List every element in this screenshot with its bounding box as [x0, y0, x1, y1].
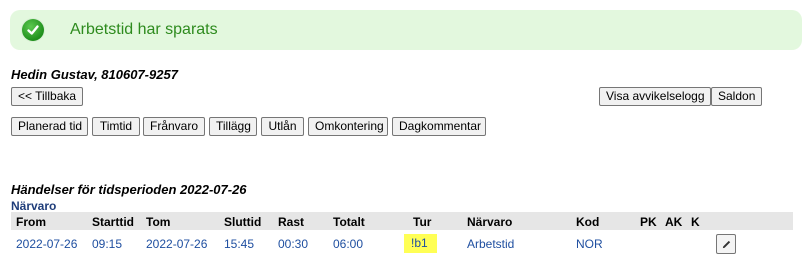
- cell-total[interactable]: 06:00: [333, 237, 363, 251]
- back-button[interactable]: << Tillbaka: [11, 87, 83, 106]
- col-from: From: [16, 215, 46, 229]
- events-title: Händelser för tidsperioden 2022-07-26: [11, 182, 247, 197]
- cell-from[interactable]: 2022-07-26: [16, 237, 77, 251]
- col-presence: Närvaro: [467, 215, 513, 229]
- planned-time-button[interactable]: Planerad tid: [11, 117, 88, 136]
- col-to: Tom: [146, 215, 171, 229]
- cell-to[interactable]: 2022-07-26: [146, 237, 207, 251]
- presence-group-label: Närvaro: [11, 199, 57, 213]
- col-pk: PK: [640, 215, 657, 229]
- cell-shift[interactable]: !b1: [404, 234, 437, 253]
- day-comment-button[interactable]: Dagkommentar: [392, 117, 486, 136]
- col-start-time: Starttid: [92, 215, 134, 229]
- balances-button[interactable]: Saldon: [711, 87, 762, 106]
- edit-row-button[interactable]: [716, 234, 736, 254]
- addition-button[interactable]: Tillägg: [209, 117, 257, 136]
- deviation-log-button[interactable]: Visa avvikelselogg: [599, 87, 711, 106]
- col-break: Rast: [278, 215, 305, 229]
- cell-break[interactable]: 00:30: [278, 237, 308, 251]
- col-end-time: Sluttid: [224, 215, 262, 229]
- cell-start-time[interactable]: 09:15: [92, 237, 122, 251]
- col-k: K: [691, 215, 700, 229]
- cell-presence[interactable]: Arbetstid: [467, 237, 514, 251]
- col-code: Kod: [576, 215, 600, 229]
- absence-button[interactable]: Frånvaro: [143, 117, 205, 136]
- col-total: Totalt: [333, 215, 365, 229]
- pencil-icon: [721, 239, 732, 250]
- hourly-time-button[interactable]: Timtid: [92, 117, 140, 136]
- col-shift: Tur: [413, 215, 432, 229]
- success-message: Arbetstid har sparats: [70, 21, 218, 38]
- employee-name: Hedin Gustav, 810607-9257: [11, 67, 178, 82]
- lending-button[interactable]: Utlån: [261, 117, 304, 136]
- recoding-button[interactable]: Omkontering: [308, 117, 388, 136]
- success-banner: Arbetstid har sparats: [10, 10, 802, 50]
- cell-end-time[interactable]: 15:45: [224, 237, 254, 251]
- cell-code[interactable]: NOR: [576, 237, 603, 251]
- col-ak: AK: [665, 215, 683, 229]
- check-circle-icon: [22, 19, 44, 41]
